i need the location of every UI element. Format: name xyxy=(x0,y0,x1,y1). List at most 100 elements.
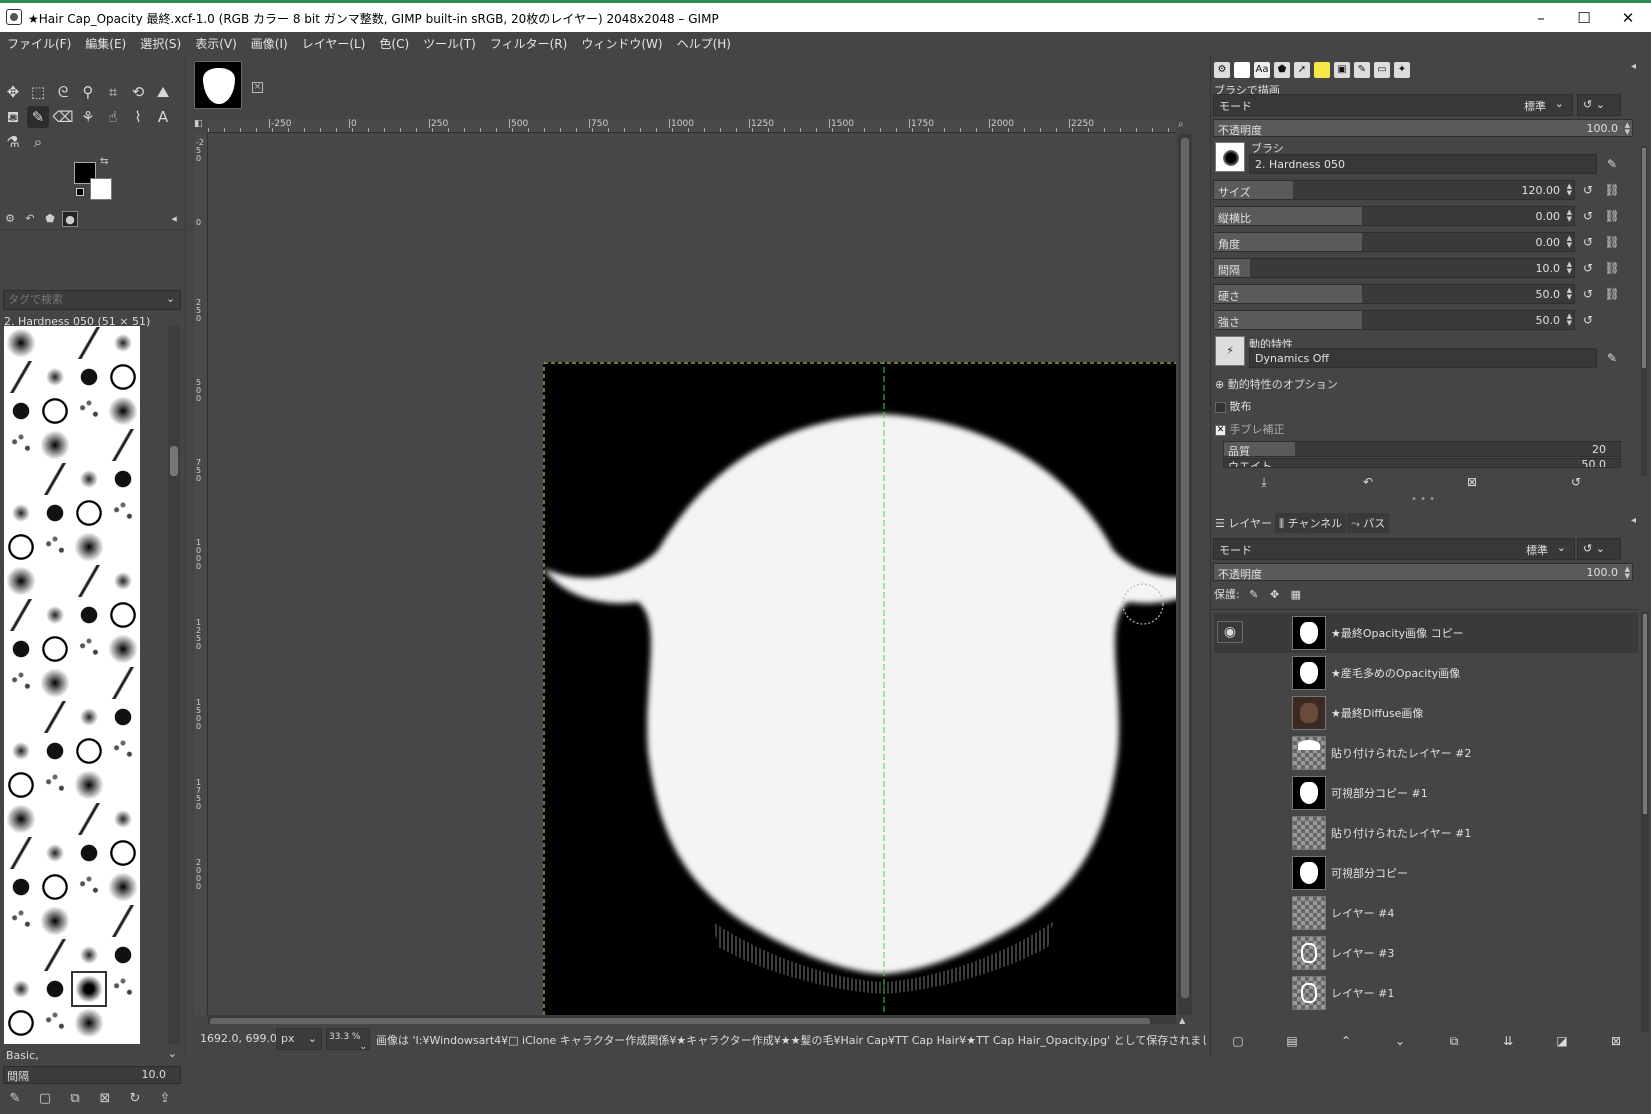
link-angle-icon[interactable]: ⛓ xyxy=(1603,233,1621,251)
reset-angle-icon[interactable]: ↺ xyxy=(1579,233,1597,251)
brush-thumbnail[interactable] xyxy=(5,497,37,529)
horizontal-ruler[interactable]: |-250 |0 |250 |500 |750 |1000 |1250 |1500 |1750 |… xyxy=(208,119,1176,133)
spin-icon[interactable]: ▲ ▼ xyxy=(1567,287,1572,301)
tab-paths[interactable]: ⤳ パス xyxy=(1347,513,1390,533)
link-hardness-icon[interactable]: ⛓ xyxy=(1603,285,1621,303)
tool-options-tab-icon[interactable]: ⚙ xyxy=(2,211,18,227)
menu-select[interactable]: 選択(S) xyxy=(133,32,188,56)
brush-thumbnail[interactable] xyxy=(73,735,105,767)
paintbrush-tool-icon[interactable]: ✎ xyxy=(27,106,49,128)
brush-thumbnail[interactable] xyxy=(107,531,139,563)
duplicate-brush-icon[interactable]: ⧉ xyxy=(66,1091,84,1109)
layer-row[interactable]: 可視部分コピー xyxy=(1214,853,1638,893)
brush-thumbnail[interactable] xyxy=(5,463,37,495)
brush-thumbnail[interactable] xyxy=(39,803,71,835)
fonts-tab-icon[interactable]: Aa xyxy=(1254,62,1270,78)
menu-filters[interactable]: フィルター(R) xyxy=(483,32,574,56)
dock-menu-icon[interactable]: ◂ xyxy=(1631,61,1636,72)
delete-brush-icon[interactable]: ⊠ xyxy=(96,1091,114,1109)
menu-file[interactable]: ファイル(F) xyxy=(0,32,78,56)
lasso-tool-icon[interactable]: ᘓ xyxy=(52,81,74,103)
dock-menu-icon[interactable]: ◂ xyxy=(1631,515,1636,526)
clone-tool-icon[interactable]: ⚘ xyxy=(77,106,99,128)
dynamics-tab-icon[interactable]: ✦ xyxy=(1394,62,1410,78)
edit-brush-icon[interactable]: ✎ xyxy=(6,1091,24,1109)
scatter-checkbox[interactable]: 散布 xyxy=(1215,398,1252,414)
link-size-icon[interactable]: ⛓ xyxy=(1603,181,1621,199)
brush-thumbnail[interactable] xyxy=(107,327,139,359)
save-options-icon[interactable]: ⤓ xyxy=(1255,473,1273,491)
layer-opacity-slider[interactable]: 不透明度 100.0 ▲ ▼ xyxy=(1213,563,1633,581)
paint-mode-select[interactable]: モード 標準 ⌄ xyxy=(1213,94,1573,116)
brush-thumbnail[interactable] xyxy=(107,429,139,461)
brush-preview[interactable] xyxy=(1215,142,1245,172)
zoom-follow-icon[interactable]: ⌕ xyxy=(1178,119,1192,133)
brush-thumbnail[interactable] xyxy=(107,803,139,835)
maximize-button[interactable]: ☐ xyxy=(1561,6,1607,30)
brush-thumbnail[interactable] xyxy=(107,599,139,631)
brush-preset-select[interactable]: Basic, ⌄ xyxy=(3,1047,181,1065)
brush-thumbnail[interactable] xyxy=(73,463,105,495)
brush-thumbnail[interactable] xyxy=(39,701,71,733)
weight-slider[interactable]: ウエイト 50.0 xyxy=(1223,458,1621,468)
brush-thumbnail[interactable] xyxy=(5,361,37,393)
quickmask-icon[interactable]: ◧ xyxy=(194,119,208,133)
menu-image[interactable]: 画像(I) xyxy=(244,32,295,56)
bucket-fill-tool-icon[interactable]: ⛾ xyxy=(2,106,24,128)
layers-scrollbar[interactable] xyxy=(1641,612,1649,1032)
brush-thumbnail[interactable] xyxy=(107,395,139,427)
brush-name-field[interactable]: 2. Hardness 050 xyxy=(1249,154,1597,174)
force-slider[interactable]: 強さ 50.0 ▲ ▼ xyxy=(1213,310,1575,330)
brush-thumbnail[interactable] xyxy=(5,837,37,869)
transform-tool-icon[interactable]: ⟲ xyxy=(127,81,149,103)
brush-thumbnail[interactable] xyxy=(5,565,37,597)
chevron-down-icon[interactable]: ⌄ xyxy=(166,292,175,305)
brush-thumbnail[interactable] xyxy=(39,599,71,631)
brush-thumbnail[interactable] xyxy=(73,565,105,597)
reset-hardness-icon[interactable]: ↺ xyxy=(1579,285,1597,303)
duplicate-layer-icon[interactable]: ⧉ xyxy=(1445,1032,1463,1050)
spin-icon[interactable]: ▲ ▼ xyxy=(1567,209,1572,223)
brush-thumbnail[interactable] xyxy=(73,599,105,631)
reset-size-icon[interactable]: ↺ xyxy=(1579,181,1597,199)
spin-icon[interactable]: ▲ ▼ xyxy=(1625,566,1630,580)
pointer-tab-icon[interactable]: ➚ xyxy=(1294,62,1310,78)
brush-thumbnail[interactable] xyxy=(39,837,71,869)
palette-tab-icon[interactable] xyxy=(1314,62,1330,78)
dynamics-preview-icon[interactable]: ⚡ xyxy=(1215,336,1245,366)
undo-history-tab-icon[interactable]: ↶ xyxy=(22,211,38,227)
brush-thumbnail[interactable] xyxy=(5,803,37,835)
unit-select[interactable]: px ⌄ xyxy=(276,1028,322,1050)
brush-thumbnail[interactable] xyxy=(73,837,105,869)
brush-thumbnail[interactable] xyxy=(73,939,105,971)
menu-help[interactable]: ヘルプ(H) xyxy=(670,32,738,56)
smudge-tool-icon[interactable]: ☝ xyxy=(102,106,124,128)
brush-spacing-slider[interactable]: 間隔 10.0 xyxy=(3,1066,181,1084)
brush-thumbnail[interactable] xyxy=(107,871,139,903)
brush-thumbnail[interactable] xyxy=(107,837,139,869)
brush-thumbnail[interactable] xyxy=(107,633,139,665)
brush-thumbnail[interactable] xyxy=(73,429,105,461)
zoom-tool-icon[interactable]: ⌕ xyxy=(27,131,49,153)
close-image-tab-icon[interactable]: × xyxy=(252,82,263,93)
brush-thumbnail[interactable] xyxy=(73,361,105,393)
move-tool-icon[interactable]: ✥ xyxy=(2,81,24,103)
vertical-ruler[interactable]: -250 0 250 500 750 1000 1250 1500 1750 2000 xyxy=(194,133,208,1015)
tag-search-input[interactable] xyxy=(3,290,181,310)
brush-thumbnail[interactable] xyxy=(39,463,71,495)
new-brush-icon[interactable]: ▢ xyxy=(36,1091,54,1109)
spin-icon[interactable]: ▲ ▼ xyxy=(1567,183,1572,197)
dock-menu-icon[interactable]: ◂ xyxy=(166,211,182,227)
lock-alpha-icon[interactable]: ▦ xyxy=(1291,588,1301,601)
brush-thumbnail[interactable] xyxy=(39,735,71,767)
document-tab-icon[interactable] xyxy=(1234,62,1250,78)
size-slider[interactable]: サイズ 120.00 ▲ ▼ xyxy=(1213,180,1575,200)
zoom-select[interactable]: 33.3 % ⌄ xyxy=(326,1028,370,1052)
menu-colors[interactable]: 色(C) xyxy=(372,32,416,56)
tool-options-tab-icon[interactable]: ⚙ xyxy=(1214,62,1230,78)
dynamics-field[interactable]: Dynamics Off xyxy=(1249,348,1597,368)
brush-thumbnail[interactable] xyxy=(39,429,71,461)
layer-row[interactable]: レイヤー #1 xyxy=(1214,973,1638,1013)
menu-layer[interactable]: レイヤー(L) xyxy=(295,32,373,56)
brush-thumbnail[interactable] xyxy=(39,395,71,427)
